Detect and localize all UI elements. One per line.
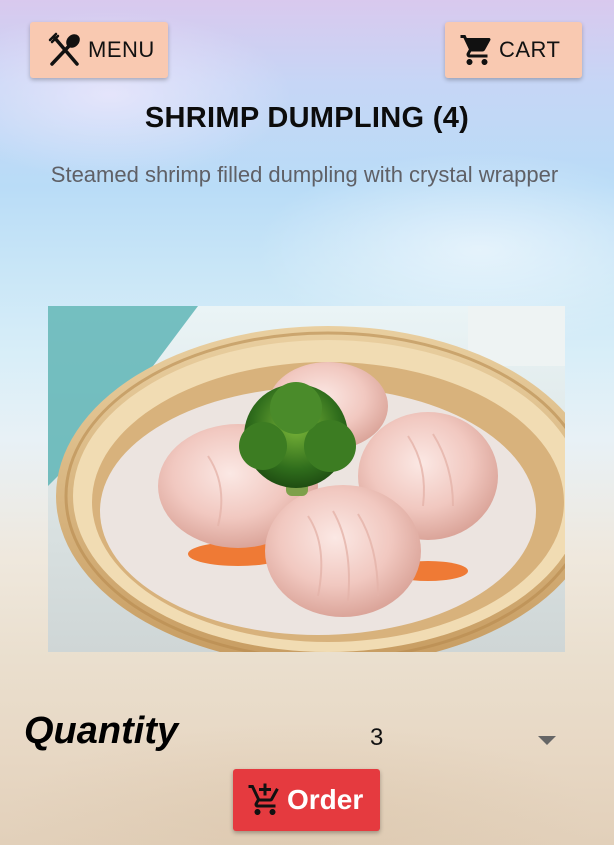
quantity-label: Quantity [24,710,179,752]
add-to-cart-icon [247,782,283,818]
quantity-value: 3 [370,724,384,751]
order-label: Order [287,784,364,815]
item-title: SHRIMP DUMPLING (4) [144,102,470,134]
menu-label: MENU [88,37,155,62]
dropdown-arrow-icon [538,736,556,745]
item-description: Steamed shrimp filled dumpling with crys… [50,162,559,187]
shopping-cart-icon [459,32,495,68]
order-button[interactable]: Order [233,769,380,831]
cart-label: CART [499,37,561,62]
quantity-select[interactable]: 3 [340,716,570,760]
item-photo [48,306,565,652]
menu-button[interactable]: MENU [30,22,168,78]
cart-button[interactable]: CART [445,22,582,78]
fork-spoon-icon [46,31,84,69]
